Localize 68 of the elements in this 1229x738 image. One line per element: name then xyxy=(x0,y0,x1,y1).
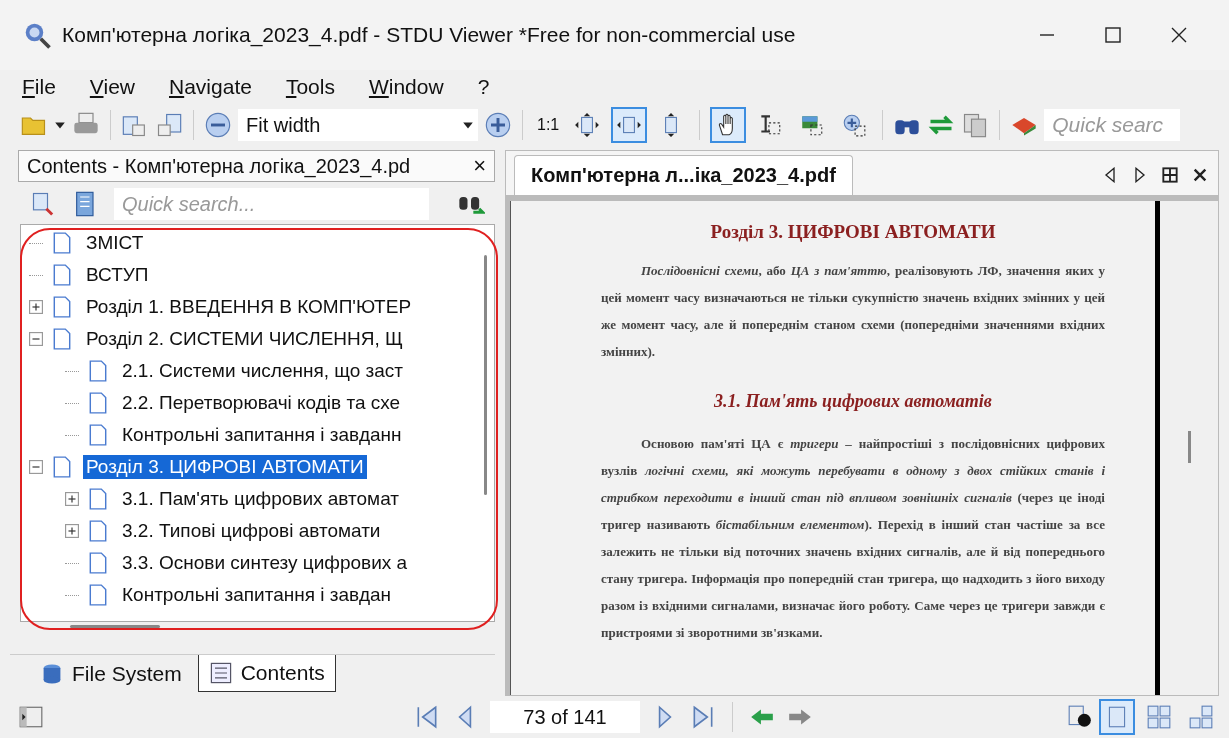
maximize-icon[interactable] xyxy=(1103,25,1123,45)
tree-item[interactable]: Розділ 1. ВВЕДЕННЯ В КОМП'ЮТЕР xyxy=(83,295,415,319)
tree-item[interactable]: 2.1. Системи числення, що заст xyxy=(119,359,407,383)
page-icon xyxy=(53,456,71,478)
paragraph: Основою пам'яті ЦА є тригери – найпростіші з послідовнісних цифрових вузлів логічні схеми, які можуть перебувати в одному з двох стійких станів і стрибком переходити в інший стан під впливом зовнішніх сигналів (через це іноді тригер називають бістабільним елементом). Перехід в інший стан частіше за все залежить не тільки від поточних значень вхідних сигналів, але й від попереднього стану тригера. Інформація про попередній стан тригера, що надходить з його виходу разом із вхідними сигналами, визначає його роботу. Саме через це тригери завжди є пристроями зі зворотними зв'язками. xyxy=(601,435,1105,642)
zoom-dropdown[interactable]: Fit width xyxy=(238,109,478,141)
tree-item[interactable]: Контрольні запитання і завдан xyxy=(119,583,395,607)
page-icon xyxy=(89,392,107,414)
page-icon xyxy=(53,296,71,318)
menu-item[interactable]: File xyxy=(22,75,56,99)
page-icon xyxy=(89,360,107,382)
zoom-out-icon[interactable] xyxy=(204,111,232,139)
grid-icon xyxy=(1146,704,1172,730)
menu-item[interactable]: ? xyxy=(477,75,490,99)
tree-item[interactable]: 3.2. Типові цифрові автомати xyxy=(119,519,384,543)
quick-search-field[interactable]: Quick searc xyxy=(1044,109,1181,141)
expander-icon[interactable] xyxy=(65,492,79,506)
tree-item[interactable]: 2.2. Перетворювачі кодів та схе xyxy=(119,391,404,415)
paragraph: Послідовнісні схеми, або ЦА з пам'яттю, реалізовують ЛФ, значення яких у цей момент часу визначаються не тільки сукупністю значень вхідних змінних у цей же момент часу, але й попереднім станом схеми (попередніми значеннями вхідних змінних). xyxy=(601,262,1105,361)
page-icon xyxy=(89,520,107,542)
grid-icon[interactable] xyxy=(1162,167,1178,183)
sidebar-toggle-icon[interactable] xyxy=(18,704,44,730)
menu-item[interactable]: Tools xyxy=(285,75,335,99)
list-icon xyxy=(208,661,233,685)
page-icon xyxy=(89,552,107,574)
tree-item[interactable]: 3.3. Основи синтезу цифрових а xyxy=(119,551,411,575)
page-heading: Розділ 3. ЦИФРОВІ АВТОМАТИ xyxy=(709,221,997,243)
window-title: Комп'ютерна логіка_2023_4.pdf - STDU Viewer *Free for non-commercial use xyxy=(62,23,797,47)
tree-item[interactable]: ЗМІСТ xyxy=(83,231,147,255)
scrollbar-thumb[interactable] xyxy=(483,255,487,495)
zoom-in-icon[interactable] xyxy=(484,111,512,139)
page-icon xyxy=(53,264,71,286)
tree-item[interactable]: ВСТУП xyxy=(83,263,152,287)
close-panel-button[interactable]: × xyxy=(473,153,486,179)
scrollbar-thumb[interactable] xyxy=(1187,431,1191,463)
panel-title: Contents - Комп'ютерна логіка_2023_4.pd xyxy=(27,154,412,178)
hand-tool-button[interactable] xyxy=(710,107,747,143)
tree-item[interactable]: 3.1. Пам'ять цифрових автомат xyxy=(119,487,402,511)
fit-page-icon xyxy=(574,112,601,138)
menu-item[interactable]: Window xyxy=(368,75,444,99)
page-number-field[interactable]: 73 of 141 xyxy=(490,701,640,733)
menu-item[interactable]: Navigate xyxy=(169,75,252,99)
fit-width-button[interactable] xyxy=(611,107,648,143)
single-page-layout-button[interactable] xyxy=(1099,699,1135,735)
document-tab[interactable]: Комп'ютерна л...іка_2023_4.pdf xyxy=(514,155,853,195)
actual-size-button[interactable]: 1:1 xyxy=(533,116,564,134)
expander-icon[interactable] xyxy=(29,300,43,314)
expander-icon[interactable] xyxy=(29,332,43,346)
tree-item[interactable]: Розділ 3. ЦИФРОВІ АВТОМАТИ xyxy=(83,455,367,479)
page-icon xyxy=(89,584,107,606)
close-icon[interactable] xyxy=(1192,167,1208,183)
menu-item[interactable]: View xyxy=(89,75,135,99)
mixed-layout-icon xyxy=(1188,704,1214,730)
page-icon xyxy=(53,232,71,254)
section-heading: 3.1. Пам'ять цифрових автоматів xyxy=(713,391,993,412)
page-icon xyxy=(89,424,107,446)
tree-item[interactable]: Контрольні запитання і завданн xyxy=(119,423,405,447)
scrollbar-thumb[interactable] xyxy=(70,625,160,628)
close-icon[interactable] xyxy=(1169,25,1189,45)
page-icon xyxy=(53,328,71,350)
page-import-icon[interactable] xyxy=(155,111,183,139)
panel-tab[interactable]: Contents xyxy=(197,655,336,692)
page-icon xyxy=(89,488,107,510)
expander-icon[interactable] xyxy=(65,524,79,538)
zoom-select-icon xyxy=(841,112,868,138)
tree-search-field[interactable]: Quick search... xyxy=(114,188,429,220)
tree-item[interactable]: Розділ 2. СИСТЕМИ ЧИСЛЕННЯ, Щ xyxy=(83,327,406,351)
expander-icon[interactable] xyxy=(29,460,43,474)
